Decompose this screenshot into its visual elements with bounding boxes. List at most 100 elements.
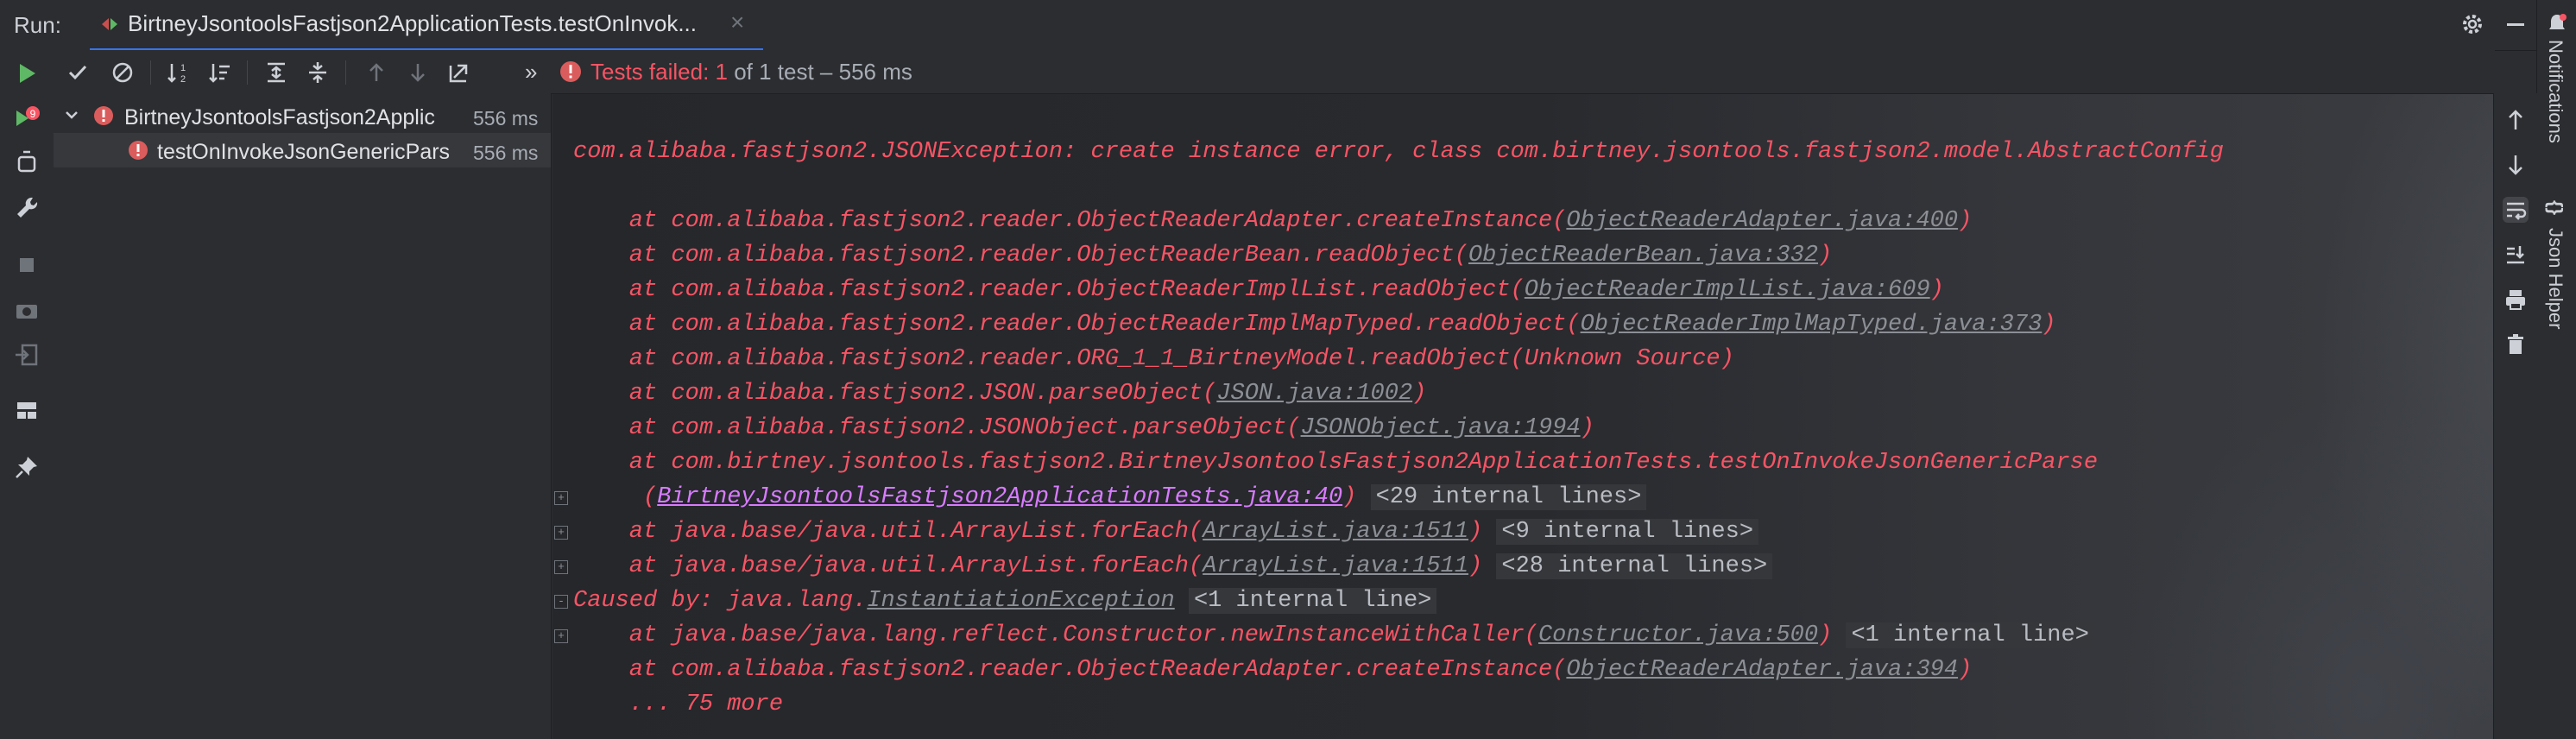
print-icon[interactable]: [2503, 287, 2529, 313]
console-side-toolbar: [2493, 93, 2537, 739]
source-link[interactable]: ArrayList.java:1511: [1203, 519, 1468, 545]
stack-trace-line: (BirtneyJsontoolsFastjson2ApplicationTes…: [573, 480, 1647, 515]
scroll-to-end-icon[interactable]: [2503, 242, 2529, 268]
json-helper-tab[interactable]: Json Helper: [2544, 228, 2567, 329]
test-config-icon: [102, 18, 117, 30]
expand-fold-icon[interactable]: +: [554, 560, 568, 574]
internal-lines-fold[interactable]: <1 internal line>: [1846, 622, 2094, 648]
stack-frame-text: at java.base/java.util.ArrayList.forEach…: [573, 553, 1203, 579]
run-config-tab[interactable]: BirtneyJsontoolsFastjson2ApplicationTest…: [90, 0, 763, 52]
show-ignored-icon[interactable]: [109, 59, 136, 86]
run-tab-title: BirtneyJsontoolsFastjson2ApplicationTest…: [128, 10, 697, 36]
svg-text:9: 9: [30, 108, 36, 120]
login-icon[interactable]: [12, 340, 41, 370]
source-link[interactable]: JSON.java:1002: [1216, 381, 1412, 407]
stack-frame-text: Caused by: java.lang.: [573, 588, 868, 614]
minimize-icon[interactable]: [2502, 10, 2529, 38]
source-link[interactable]: Constructor.java:500: [1538, 622, 1818, 648]
collapse-all-icon[interactable]: [304, 59, 331, 86]
bell-icon[interactable]: [2546, 12, 2568, 35]
stack-frame-suffix: ): [1342, 484, 1357, 510]
previous-failed-icon[interactable]: [363, 59, 390, 86]
internal-lines-fold[interactable]: <1 internal line>: [1188, 588, 1437, 614]
show-passed-icon[interactable]: [64, 59, 92, 86]
tests-failed-count: Tests failed: 1: [590, 59, 728, 85]
stack-trace-line: Caused by: java.lang.InstantiationExcept…: [573, 584, 1437, 618]
toggle-auto-test-icon[interactable]: [12, 148, 41, 178]
toolbar-separator: [345, 60, 346, 85]
expand-fold-icon[interactable]: +: [554, 491, 568, 505]
chevron-down-icon[interactable]: [62, 105, 81, 124]
tree-row-test-method[interactable]: testOnInvokeJsonGenericPars 556 ms: [54, 133, 551, 167]
stack-frame-suffix: ): [1818, 622, 1833, 648]
internal-lines-fold[interactable]: <28 internal lines>: [1496, 553, 1773, 579]
test-duration: 556 ms: [473, 107, 539, 129]
test-results-tree: BirtneyJsontoolsFastjson2Applic 556 ms t…: [54, 93, 552, 739]
expand-all-icon[interactable]: [262, 59, 290, 86]
camera-icon[interactable]: [12, 295, 41, 325]
notifications-tab[interactable]: Notifications: [2544, 40, 2567, 143]
stack-trace-line: at java.base/java.lang.reflect.Construct…: [573, 618, 2094, 653]
test-method-name: testOnInvokeJsonGenericPars: [157, 140, 451, 164]
error-icon: [560, 61, 581, 82]
close-tab-icon[interactable]: ×: [730, 9, 744, 36]
toolbar-separator: [247, 60, 248, 85]
stack-trace-line: at com.alibaba.fastjson2.reader.ObjectRe…: [573, 653, 1972, 687]
source-link[interactable]: ArrayList.java:1511: [1203, 553, 1468, 579]
stack-trace-line: at com.alibaba.fastjson2.JSONObject.pars…: [573, 411, 1594, 445]
more-actions-chevron-icon[interactable]: »: [525, 59, 537, 85]
expand-fold-icon[interactable]: +: [554, 629, 568, 643]
stack-trace-line: at com.alibaba.fastjson2.reader.ObjectRe…: [573, 238, 1832, 273]
stack-frame-text: at com.birtney.jsontools.fastjson2.Birtn…: [573, 450, 2099, 476]
source-link[interactable]: JSONObject.java:1994: [1301, 415, 1581, 441]
source-link[interactable]: ObjectReaderAdapter.java:394: [1566, 657, 1958, 683]
sort-by-duration-icon[interactable]: [205, 59, 233, 86]
gear-icon[interactable]: [2459, 10, 2486, 38]
console-output[interactable]: com.alibaba.fastjson2.JSONException: cre…: [552, 93, 2493, 739]
sort-alphabetically-icon[interactable]: 1 2: [164, 59, 192, 86]
stop-icon[interactable]: [12, 250, 41, 280]
rerun-icon[interactable]: [12, 59, 41, 88]
soft-wrap-icon[interactable]: [2503, 197, 2529, 223]
test-class-name: BirtneyJsontoolsFastjson2Applic: [124, 105, 435, 129]
test-duration: 556 ms: [473, 142, 539, 164]
source-link[interactable]: BirtneyJsontoolsFastjson2ApplicationTest…: [657, 484, 1342, 510]
down-arrow-icon[interactable]: [2503, 152, 2529, 178]
stack-frame-suffix: ): [1468, 553, 1483, 579]
up-arrow-icon[interactable]: [2503, 107, 2529, 133]
pin-icon[interactable]: [12, 452, 41, 482]
expand-fold-icon[interactable]: +: [554, 526, 568, 540]
stack-frame-text: at com.alibaba.fastjson2.JSON.parseObjec…: [573, 381, 1217, 407]
stack-trace-line: at com.alibaba.fastjson2.reader.ObjectRe…: [573, 273, 1944, 307]
import-tests-icon[interactable]: [445, 59, 473, 86]
stack-trace-line: at com.alibaba.fastjson2.reader.ORG_1_1_…: [573, 342, 1734, 376]
wrench-icon[interactable]: [12, 193, 41, 223]
stack-frame-suffix: ): [1929, 277, 1944, 303]
stack-trace-line: at java.base/java.util.ArrayList.forEach…: [573, 549, 1773, 584]
internal-lines-fold[interactable]: <9 internal lines>: [1496, 519, 1759, 545]
trash-icon[interactable]: [2503, 332, 2529, 357]
error-icon: [94, 106, 113, 125]
source-link[interactable]: ObjectReaderAdapter.java:400: [1566, 208, 1958, 234]
stack-frame-text: at com.alibaba.fastjson2.reader.ObjectRe…: [573, 277, 1525, 303]
source-link[interactable]: InstantiationException: [867, 588, 1174, 614]
stack-frame-text: ... 75 more: [573, 692, 784, 717]
stack-frame-suffix: ): [2042, 312, 2056, 338]
stack-frame-suffix: ): [1958, 657, 1973, 683]
stack-trace-line: ... 75 more: [573, 687, 783, 722]
stack-frame-suffix: ): [1468, 519, 1483, 545]
source-link[interactable]: ObjectReaderBean.java:332: [1468, 243, 1818, 268]
layout-icon[interactable]: [12, 395, 41, 425]
stack-frame-text: at java.base/java.util.ArrayList.forEach…: [573, 519, 1203, 545]
stack-frame-suffix: ): [1958, 208, 1973, 234]
next-failed-icon[interactable]: [404, 59, 432, 86]
run-tool-window-header: Run: BirtneyJsontoolsFastjson2Applicatio…: [0, 0, 2576, 52]
source-link[interactable]: ObjectReaderImplList.java:609: [1525, 277, 1930, 303]
stack-frame-suffix: ): [1818, 243, 1833, 268]
collapse-fold-icon[interactable]: -: [554, 595, 568, 609]
tree-row-test-class[interactable]: BirtneyJsontoolsFastjson2Applic 556 ms: [54, 98, 551, 133]
stack-frame-text: at com.alibaba.fastjson2.reader.ObjectRe…: [573, 657, 1567, 683]
internal-lines-fold[interactable]: <29 internal lines>: [1370, 484, 1647, 510]
rerun-failed-tests-icon[interactable]: 9: [12, 104, 41, 133]
source-link[interactable]: ObjectReaderImplMapTyped.java:373: [1581, 312, 2042, 338]
